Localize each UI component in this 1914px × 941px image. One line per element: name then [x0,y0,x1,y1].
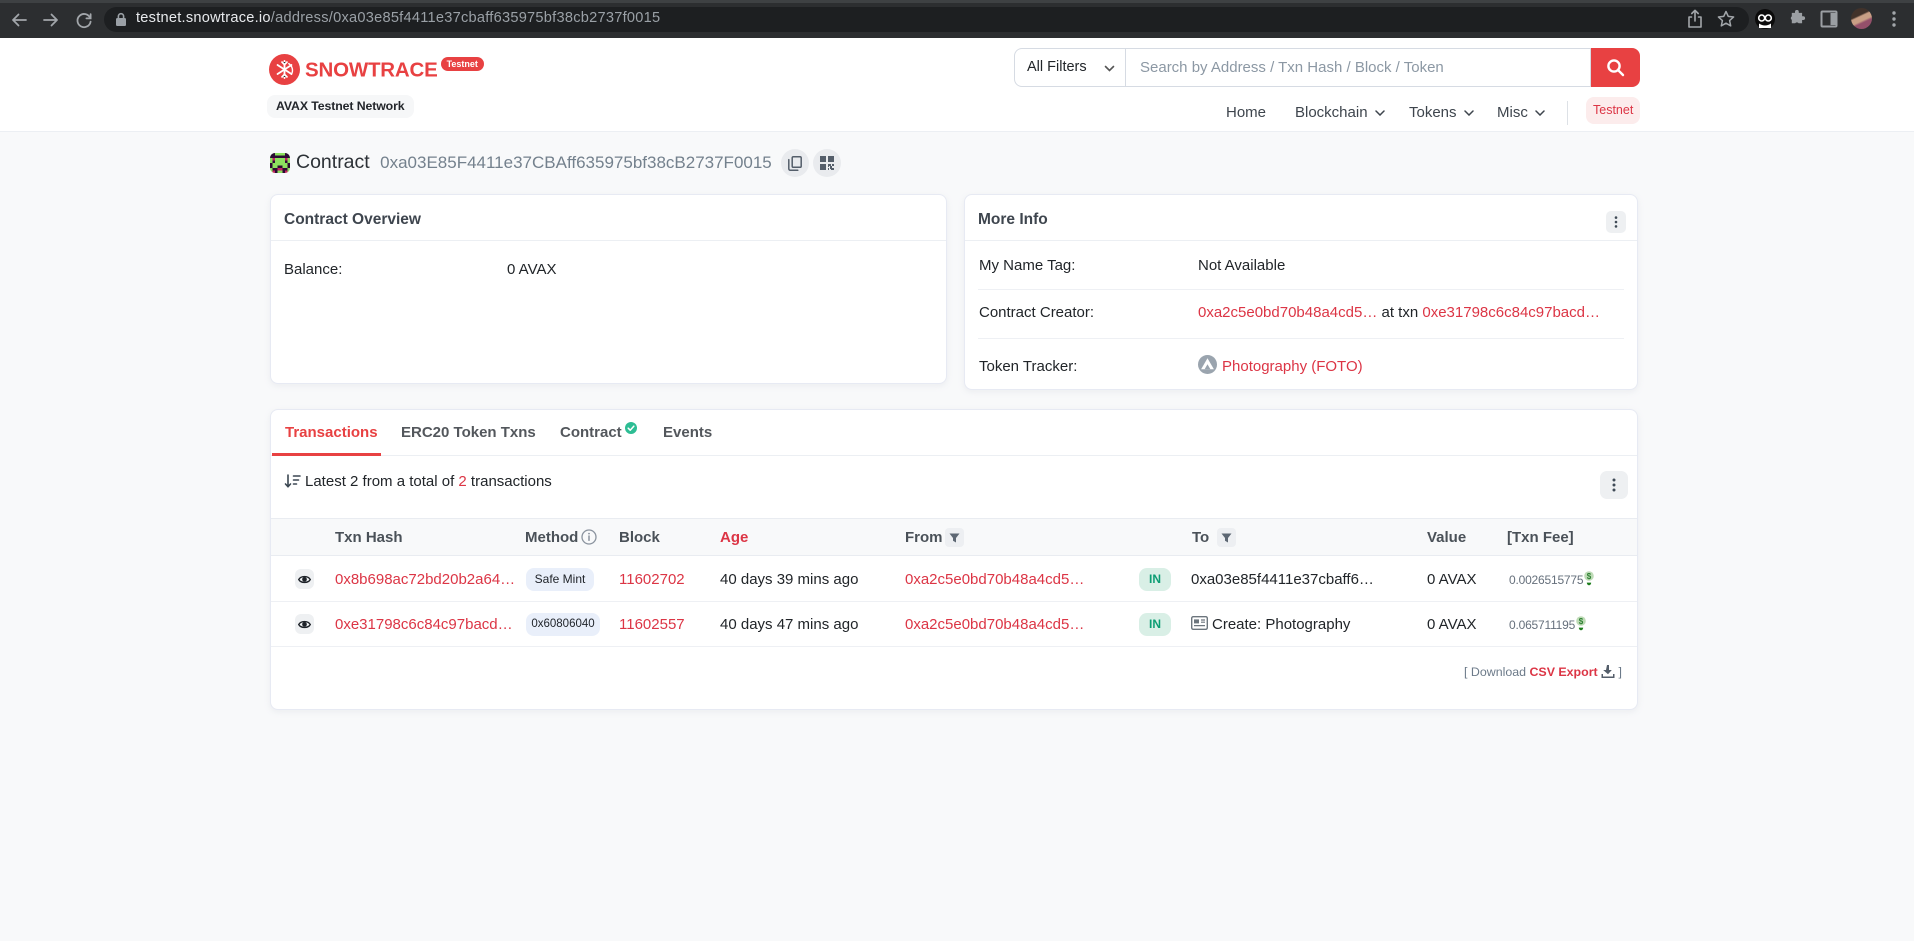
svg-text:$: $ [1587,572,1592,581]
svg-text:$: $ [1579,617,1584,626]
